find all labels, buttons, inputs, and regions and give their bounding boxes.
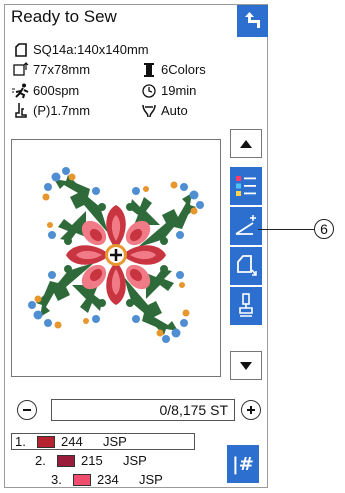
trace-button[interactable]: [230, 247, 262, 285]
page-title: Ready to Sew: [11, 7, 117, 26]
color-list-icon: [236, 176, 256, 196]
back-button[interactable]: [237, 5, 268, 37]
jump-hash-icon: |#: [232, 453, 254, 475]
thread-cut-info: Auto: [139, 102, 188, 120]
presser-foot-icon: [11, 102, 31, 120]
scroll-down-button[interactable]: [230, 351, 262, 380]
tension-adjust-icon: [235, 215, 256, 235]
hoop-info: SQ14a:140x140mm: [11, 41, 149, 59]
jump-to-stitch-button[interactable]: |#: [227, 445, 259, 483]
clock-icon: [139, 82, 159, 100]
presser-info: (P)1.7mm: [11, 102, 90, 120]
callout-number: 6: [314, 219, 334, 239]
presser-value: (P)1.7mm: [33, 103, 91, 118]
presser-foot-button[interactable]: [230, 287, 262, 325]
triangle-up-icon: [240, 139, 252, 148]
time-value: 19min: [161, 83, 197, 98]
color-list-item[interactable]: 3. 234 JSP: [51, 471, 163, 488]
thread-cut-value: Auto: [161, 103, 188, 118]
colors-info: 6Colors: [139, 61, 206, 79]
scroll-up-button[interactable]: [230, 129, 262, 158]
trace-outline-icon: [237, 255, 257, 276]
return-arrow-icon: [244, 12, 260, 28]
embroidery-design: [28, 167, 204, 343]
color-swatch: [57, 454, 75, 467]
color-list-item[interactable]: 1. 244 JSP: [11, 433, 195, 450]
design-size-icon: [11, 61, 31, 79]
stitch-forward-button[interactable]: [241, 400, 261, 420]
hoop-icon: [11, 41, 31, 59]
stitch-counter: 0/8,175 ST: [51, 399, 235, 421]
foot-icon: [239, 293, 253, 317]
stitch-counter-row: 0/8,175 ST: [17, 397, 265, 425]
thread-spool-icon: [139, 61, 159, 79]
size-value: 77x78mm: [33, 62, 91, 77]
speed-value: 600spm: [33, 83, 80, 98]
stitch-back-button[interactable]: [17, 400, 37, 420]
color-swatch: [37, 435, 55, 448]
size-info: 77x78mm: [11, 61, 90, 79]
colors-value: 6Colors: [161, 62, 206, 77]
running-speed-icon: [11, 82, 31, 100]
minus-icon: [23, 409, 31, 411]
design-preview[interactable]: [11, 139, 221, 377]
color-list-item[interactable]: 2. 215 JSP: [35, 452, 147, 469]
triangle-down-icon: [240, 361, 252, 370]
plus-icon: [247, 406, 255, 414]
thread-cutter-icon: [139, 102, 159, 120]
hoop-value: SQ14a:140x140mm: [33, 42, 149, 57]
sew-screen: Ready to Sew SQ14a:140x140mm 77x78mm 6Co…: [4, 4, 268, 488]
callout-leader-line: [258, 229, 315, 230]
tension-button[interactable]: [230, 207, 262, 245]
time-info: 19min: [139, 82, 196, 100]
color-swatch: [73, 473, 91, 486]
thread-color-list: 1. 244 JSP 2. 215 JSP 3. 234 JSP: [11, 433, 221, 489]
speed-info: 600spm: [11, 82, 79, 100]
color-list-button[interactable]: [230, 167, 262, 205]
